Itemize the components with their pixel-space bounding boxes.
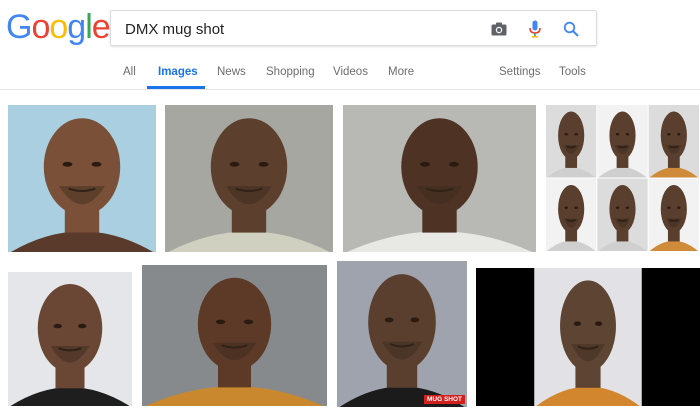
image-results-grid: MUG SHOT [0, 91, 700, 409]
tab-videos[interactable]: Videos [333, 66, 368, 78]
tab-more[interactable]: More [388, 66, 414, 78]
logo-letter: o [31, 8, 50, 46]
search-actions [488, 18, 582, 40]
image-result-mugshot-8[interactable] [476, 268, 700, 406]
tools-link[interactable]: Tools [559, 66, 586, 78]
search-box[interactable] [110, 10, 597, 46]
search-icon[interactable] [560, 18, 582, 40]
header: Google All Images News Shopping Videos M… [0, 0, 700, 90]
tab-shopping[interactable]: Shopping [266, 66, 315, 78]
active-tab-indicator [147, 86, 205, 89]
camera-icon[interactable] [488, 18, 510, 40]
settings-link[interactable]: Settings [499, 66, 541, 78]
logo-letter: G [6, 8, 32, 46]
tab-images[interactable]: Images [158, 66, 198, 78]
image-result-mugshot-1[interactable] [8, 105, 156, 252]
google-logo[interactable]: Google [6, 8, 111, 47]
logo-letter: e [91, 8, 111, 46]
tab-news[interactable]: News [217, 66, 246, 78]
tab-all[interactable]: All [123, 66, 136, 78]
search-input[interactable] [125, 19, 485, 39]
search-tabs: All Images News Shopping Videos More Set… [0, 58, 700, 90]
logo-letter: g [67, 8, 86, 46]
microphone-icon[interactable] [524, 18, 546, 40]
mug-shot-badge: MUG SHOT [423, 395, 465, 404]
image-result-mugshot-7[interactable]: MUG SHOT [337, 261, 467, 407]
image-result-mugshot-collage[interactable] [546, 105, 700, 252]
image-result-mugshot-2[interactable] [165, 105, 333, 252]
logo-letter: o [49, 8, 68, 46]
image-result-mugshot-3[interactable] [343, 105, 536, 252]
image-result-mugshot-6[interactable] [142, 265, 327, 406]
image-result-mugshot-5[interactable] [8, 272, 132, 406]
